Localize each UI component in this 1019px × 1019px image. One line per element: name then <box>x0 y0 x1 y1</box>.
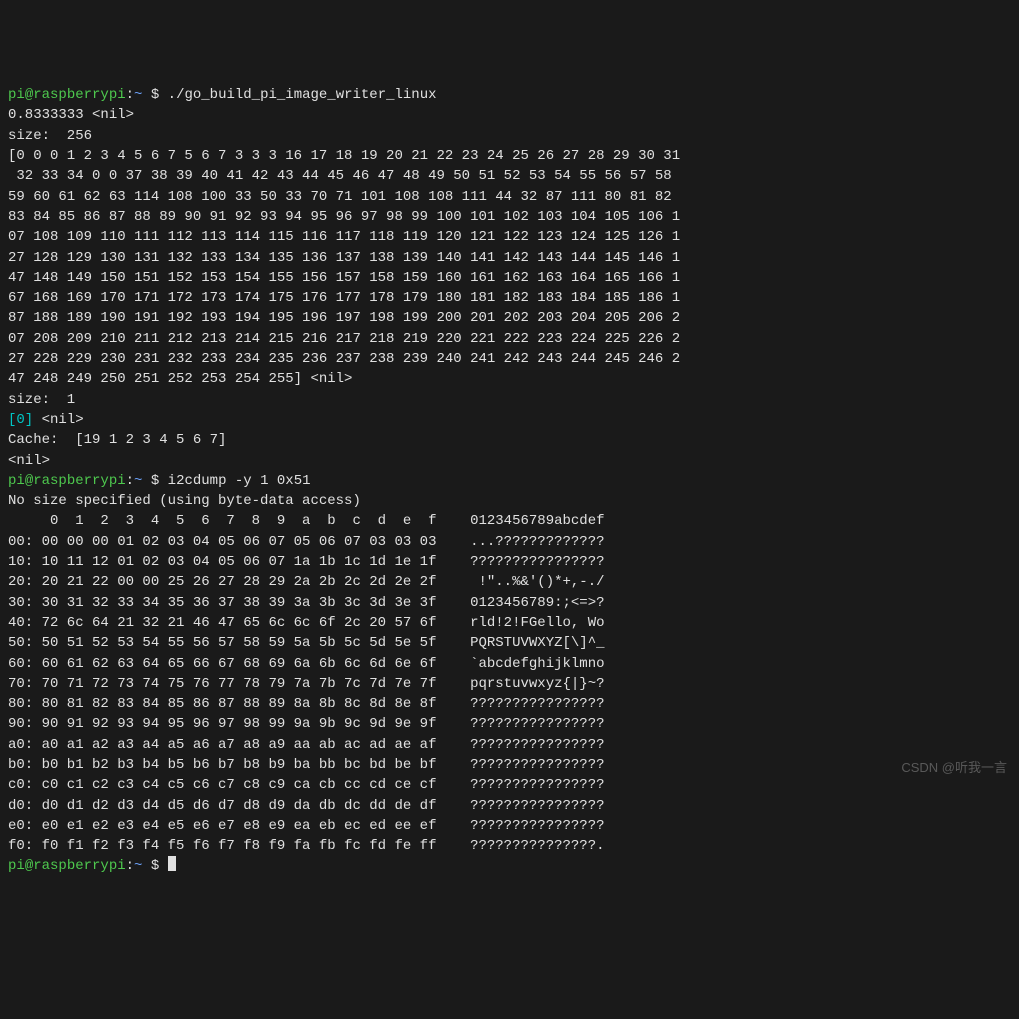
i2c-row: f0: f0 f1 f2 f3 f4 f5 f6 f7 f8 f9 fa fb … <box>8 838 605 854</box>
output-line: size: 256 <box>8 128 92 144</box>
output-array-line: 07 208 209 210 211 212 213 214 215 216 2… <box>8 331 680 347</box>
i2c-row: 20: 20 21 22 00 00 25 26 27 28 29 2a 2b … <box>8 574 605 590</box>
prompt-at: @ <box>25 87 33 103</box>
prompt-host: raspberrypi <box>33 87 125 103</box>
terminal[interactable]: pi@raspberrypi:~ $ ./go_build_pi_image_w… <box>8 85 1011 877</box>
prompt-user: pi <box>8 87 25 103</box>
i2c-row: 70: 70 71 72 73 74 75 76 77 78 79 7a 7b … <box>8 676 605 692</box>
i2c-msg: No size specified (using byte-data acces… <box>8 493 361 509</box>
prompt-sep1: : <box>126 473 134 489</box>
prompt-path: ~ <box>134 858 142 874</box>
watermark: CSDN @听我一言 <box>901 759 1007 778</box>
prompt-dollar: $ <box>142 858 167 874</box>
prompt-host: raspberrypi <box>33 858 125 874</box>
i2c-row: a0: a0 a1 a2 a3 a4 a5 a6 a7 a8 a9 aa ab … <box>8 737 605 753</box>
i2c-row: 50: 50 51 52 53 54 55 56 57 58 59 5a 5b … <box>8 635 605 651</box>
output-array-line: 27 228 229 230 231 232 233 234 235 236 2… <box>8 351 680 367</box>
output-cache-line: Cache: [19 1 2 3 4 5 6 7] <box>8 432 226 448</box>
output-line: 0.8333333 <nil> <box>8 107 134 123</box>
prompt-line-2: pi@raspberrypi:~ $ i2cdump -y 1 0x51 <box>8 473 311 489</box>
i2c-row: 30: 30 31 32 33 34 35 36 37 38 39 3a 3b … <box>8 595 605 611</box>
prompt-at: @ <box>25 473 33 489</box>
output-array-line: 07 108 109 110 111 112 113 114 115 116 1… <box>8 229 680 245</box>
prompt-user: pi <box>8 858 25 874</box>
output-array-line: 59 60 61 62 63 114 108 100 33 50 33 70 7… <box>8 189 680 205</box>
output-array-line: 83 84 85 86 87 88 89 90 91 92 93 94 95 9… <box>8 209 680 225</box>
output-array-line: 32 33 34 0 0 37 38 39 40 41 42 43 44 45 … <box>8 168 680 184</box>
i2c-row: 10: 10 11 12 01 02 03 04 05 06 07 1a 1b … <box>8 554 605 570</box>
i2c-row: e0: e0 e1 e2 e3 e4 e5 e6 e7 e8 e9 ea eb … <box>8 818 605 834</box>
output-line: [0] <nil> <box>8 412 84 428</box>
i2c-row: 90: 90 91 92 93 94 95 96 97 98 99 9a 9b … <box>8 716 605 732</box>
prompt-sep1: : <box>126 858 134 874</box>
output-nil-line: <nil> <box>8 453 50 469</box>
output-array-line: 47 248 249 250 251 252 253 254 255] <nil… <box>8 371 352 387</box>
output-line: size: 1 <box>8 392 75 408</box>
command-2: i2cdump -y 1 0x51 <box>168 473 311 489</box>
i2c-row: 60: 60 61 62 63 64 65 66 67 68 69 6a 6b … <box>8 656 605 672</box>
output-array-line: 47 148 149 150 151 152 153 154 155 156 1… <box>8 270 680 286</box>
prompt-line-3[interactable]: pi@raspberrypi:~ $ <box>8 858 176 874</box>
cursor[interactable] <box>168 856 176 871</box>
output-array-line: 27 128 129 130 131 132 133 134 135 136 1… <box>8 250 680 266</box>
command-1: ./go_build_pi_image_writer_linux <box>168 87 437 103</box>
prompt-at: @ <box>25 858 33 874</box>
output-array-line: [0 0 0 1 2 3 4 5 6 7 5 6 7 3 3 3 16 17 1… <box>8 148 680 164</box>
i2c-row: d0: d0 d1 d2 d3 d4 d5 d6 d7 d8 d9 da db … <box>8 798 605 814</box>
i2c-row: 40: 72 6c 64 21 32 21 46 47 65 6c 6c 6f … <box>8 615 605 631</box>
output-array-line: 67 168 169 170 171 172 173 174 175 176 1… <box>8 290 680 306</box>
output-nil: <nil> <box>33 412 83 428</box>
prompt-user: pi <box>8 473 25 489</box>
prompt-dollar: $ <box>142 87 167 103</box>
i2c-row: 00: 00 00 00 01 02 03 04 05 06 07 05 06 … <box>8 534 605 550</box>
i2c-row: c0: c0 c1 c2 c3 c4 c5 c6 c7 c8 c9 ca cb … <box>8 777 605 793</box>
output-zero: [0] <box>8 412 33 428</box>
prompt-line-1: pi@raspberrypi:~ $ ./go_build_pi_image_w… <box>8 87 437 103</box>
prompt-host: raspberrypi <box>33 473 125 489</box>
prompt-sep1: : <box>126 87 134 103</box>
i2c-header: 0 1 2 3 4 5 6 7 8 9 a b c d e f 01234567… <box>8 513 605 529</box>
prompt-dollar: $ <box>142 473 167 489</box>
i2c-row: 80: 80 81 82 83 84 85 86 87 88 89 8a 8b … <box>8 696 605 712</box>
output-array-line: 87 188 189 190 191 192 193 194 195 196 1… <box>8 310 680 326</box>
i2c-row: b0: b0 b1 b2 b3 b4 b5 b6 b7 b8 b9 ba bb … <box>8 757 605 773</box>
